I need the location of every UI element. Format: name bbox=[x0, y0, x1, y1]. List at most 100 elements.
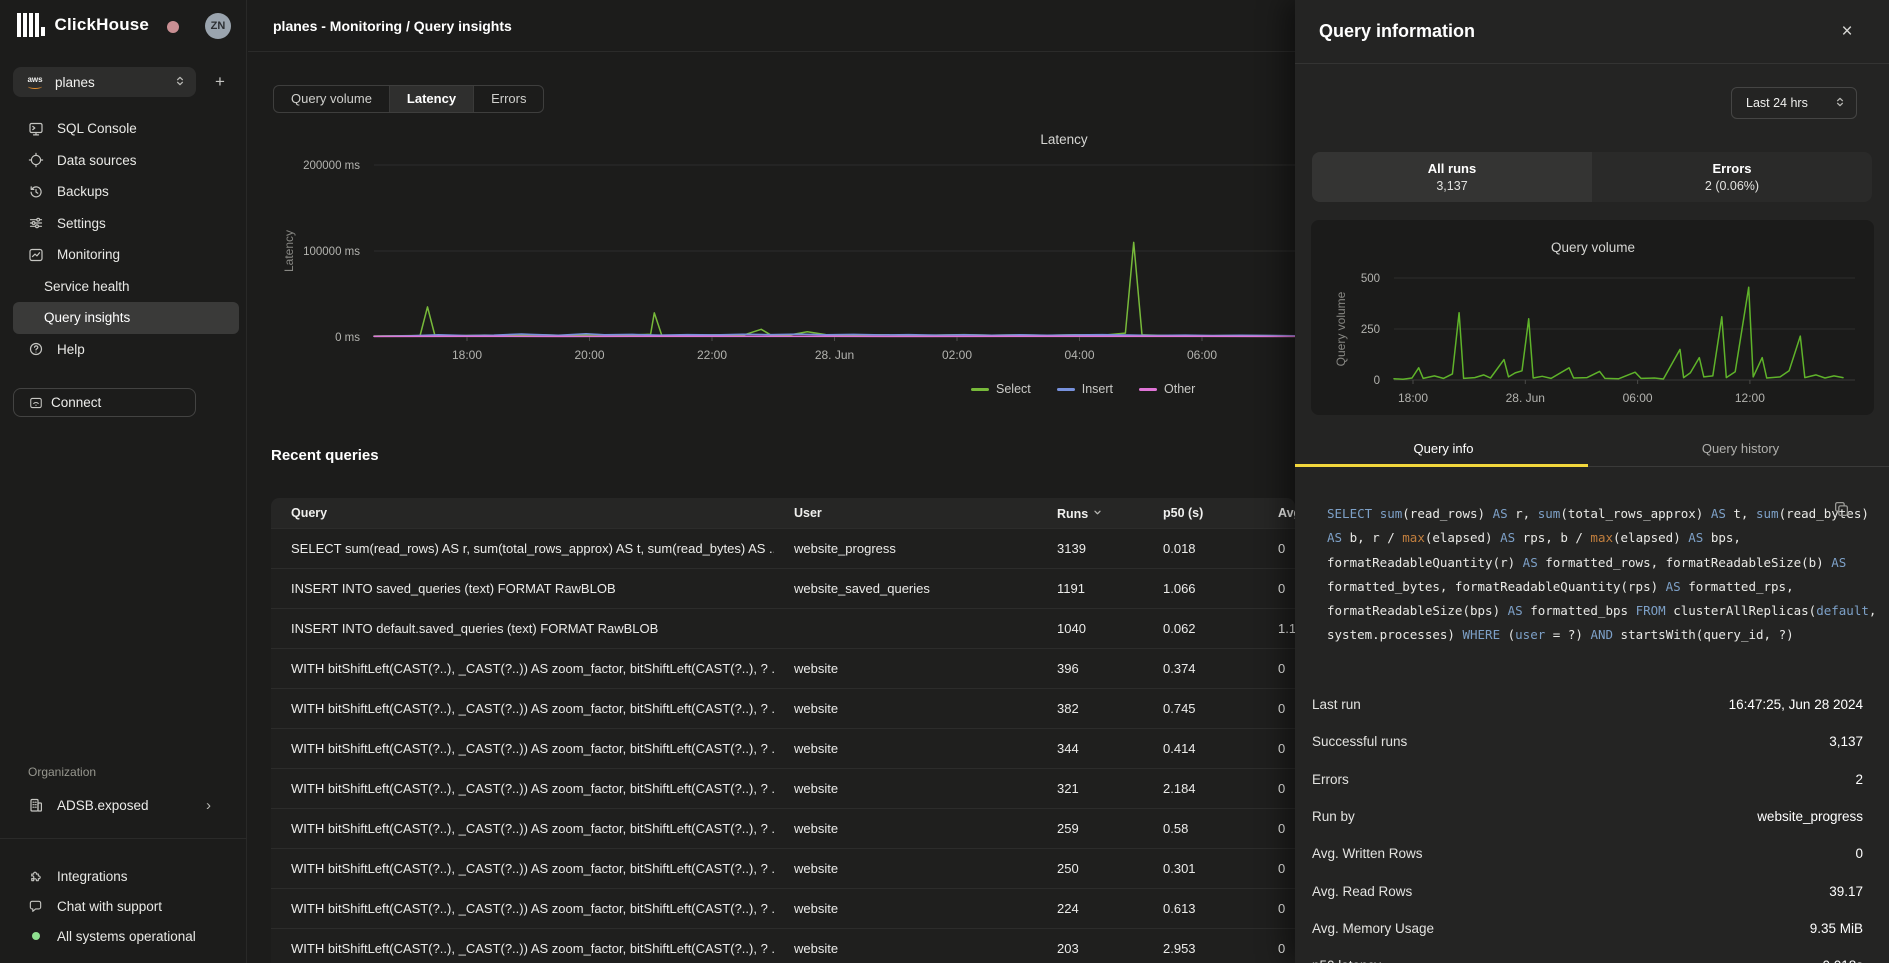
column-header-avg[interactable]: Avg. bbox=[1258, 506, 1295, 520]
stat-row-p50-latency: p50 latency 0.018s bbox=[1295, 947, 1889, 963]
sidebar-item-chat-with-support[interactable]: Chat with support bbox=[13, 891, 239, 921]
stat-row-successful-runs: Successful runs 3,137 bbox=[1295, 723, 1889, 760]
clickhouse-logo[interactable]: ClickHouse bbox=[17, 13, 149, 37]
table-row[interactable]: WITH bitShiftLeft(CAST(?..), _CAST(?..))… bbox=[271, 888, 1295, 928]
legend-item-other[interactable]: Other bbox=[1139, 382, 1195, 396]
connect-button[interactable]: Connect bbox=[13, 388, 196, 417]
cell-runs: 382 bbox=[1037, 701, 1143, 716]
clickhouse-logo-icon bbox=[17, 13, 45, 37]
sidebar-item-query-insights[interactable]: Query insights bbox=[13, 302, 239, 334]
cell-runs: 1040 bbox=[1037, 621, 1143, 636]
legend-item-insert[interactable]: Insert bbox=[1057, 382, 1113, 396]
sidebar-item-help[interactable]: Help bbox=[13, 334, 239, 366]
table-row[interactable]: INSERT INTO saved_queries (text) FORMAT … bbox=[271, 568, 1295, 608]
svg-text:Query volume: Query volume bbox=[1334, 291, 1348, 366]
cell-runs: 396 bbox=[1037, 661, 1143, 676]
tab-query-history[interactable]: Query history bbox=[1592, 434, 1889, 467]
stat-value: 9.35 MiB bbox=[1810, 921, 1863, 936]
sidebar-item-service-health[interactable]: Service health bbox=[13, 271, 239, 303]
sidebar-item-sql-console[interactable]: SQL Console bbox=[13, 113, 239, 145]
svg-text:06:00: 06:00 bbox=[1623, 391, 1653, 405]
sidebar-item-all-systems-operational[interactable]: All systems operational bbox=[13, 921, 239, 951]
cell-p50: 0.745 bbox=[1143, 701, 1258, 716]
sql-line: formatReadableSize(bps) AS formatted_bps… bbox=[1327, 599, 1832, 623]
service-selector[interactable]: aws planes bbox=[13, 67, 196, 97]
table-row[interactable]: WITH bitShiftLeft(CAST(?..), _CAST(?..))… bbox=[271, 768, 1295, 808]
svg-text:Query volume: Query volume bbox=[1551, 240, 1635, 255]
cell-avg: 0 bbox=[1258, 741, 1295, 756]
tab-query-volume[interactable]: Query volume bbox=[274, 86, 390, 112]
tab-latency[interactable]: Latency bbox=[390, 86, 474, 112]
cell-avg: 1.15 bbox=[1258, 621, 1295, 636]
svg-text:18:00: 18:00 bbox=[1398, 391, 1428, 405]
sql-line: AS b, r / max(elapsed) AS rps, b / max(e… bbox=[1327, 526, 1832, 550]
table-row[interactable]: WITH bitShiftLeft(CAST(?..), _CAST(?..))… bbox=[271, 848, 1295, 888]
cell-p50: 1.066 bbox=[1143, 581, 1258, 596]
summary-tab-value: 2 (0.06%) bbox=[1705, 179, 1759, 193]
sidebar-item-label: Service health bbox=[44, 279, 130, 294]
time-range-select[interactable]: Last 24 hrs bbox=[1731, 87, 1857, 119]
avatar[interactable]: ZN bbox=[205, 13, 231, 39]
cell-runs: 224 bbox=[1037, 901, 1143, 916]
column-header-p50-s[interactable]: p50 (s) bbox=[1143, 506, 1258, 520]
legend-item-select[interactable]: Select bbox=[971, 382, 1031, 396]
stat-value: 2 bbox=[1855, 772, 1863, 787]
close-icon[interactable]: × bbox=[1829, 14, 1865, 50]
sidebar-item-data-sources[interactable]: Data sources bbox=[13, 145, 239, 177]
chevron-updown-icon bbox=[1834, 96, 1846, 111]
sidebar-item-settings[interactable]: Settings bbox=[13, 208, 239, 240]
cell-avg: 0 bbox=[1258, 941, 1295, 956]
legend-label: Select bbox=[996, 382, 1031, 396]
chat-icon bbox=[28, 899, 43, 914]
sidebar-item-organization[interactable]: ADSB.exposed › bbox=[13, 791, 239, 819]
tab-errors[interactable]: Errors bbox=[474, 86, 543, 112]
tab-query-info[interactable]: Query info bbox=[1295, 434, 1592, 467]
add-service-button[interactable]: + bbox=[204, 67, 236, 97]
cell-p50: 0.613 bbox=[1143, 901, 1258, 916]
query-detail-tabs: Query infoQuery history bbox=[1295, 434, 1889, 467]
sidebar-item-backups[interactable]: Backups bbox=[13, 176, 239, 208]
table-row[interactable]: SELECT sum(read_rows) AS r, sum(total_ro… bbox=[271, 528, 1295, 568]
table-row[interactable]: WITH bitShiftLeft(CAST(?..), _CAST(?..))… bbox=[271, 928, 1295, 963]
copy-icon[interactable] bbox=[1833, 500, 1855, 522]
active-tab-underline bbox=[1295, 464, 1588, 467]
summary-tab-value: 3,137 bbox=[1436, 179, 1467, 193]
table-row[interactable]: WITH bitShiftLeft(CAST(?..), _CAST(?..))… bbox=[271, 648, 1295, 688]
breadcrumb: planes - Monitoring / Query insights bbox=[273, 0, 512, 52]
summary-tab-errors[interactable]: Errors 2 (0.06%) bbox=[1592, 152, 1872, 202]
column-header-runs[interactable]: Runs bbox=[1037, 506, 1143, 521]
summary-tab-all-runs[interactable]: All runs 3,137 bbox=[1312, 152, 1592, 202]
footer-item-label: Integrations bbox=[57, 869, 128, 884]
sql-line: SELECT sum(read_rows) AS r, sum(total_ro… bbox=[1327, 502, 1832, 526]
cell-query: WITH bitShiftLeft(CAST(?..), _CAST(?..))… bbox=[271, 941, 774, 956]
cell-query: WITH bitShiftLeft(CAST(?..), _CAST(?..))… bbox=[271, 901, 774, 916]
sidebar-item-label: Settings bbox=[57, 216, 106, 231]
cell-query: WITH bitShiftLeft(CAST(?..), _CAST(?..))… bbox=[271, 861, 774, 876]
cell-p50: 0.414 bbox=[1143, 741, 1258, 756]
cell-avg: 0 bbox=[1258, 861, 1295, 876]
cell-user: website_saved_queries bbox=[774, 581, 1037, 596]
legend-swatch bbox=[1057, 388, 1075, 391]
sidebar: ClickHouse ZN aws planes + SQL Console Da… bbox=[0, 0, 247, 963]
cell-query: WITH bitShiftLeft(CAST(?..), _CAST(?..))… bbox=[271, 661, 774, 676]
sidebar-item-monitoring[interactable]: Monitoring bbox=[13, 239, 239, 271]
table-row[interactable]: WITH bitShiftLeft(CAST(?..), _CAST(?..))… bbox=[271, 728, 1295, 768]
svg-text:Latency: Latency bbox=[1040, 132, 1088, 147]
organization-section-label: Organization bbox=[28, 765, 96, 779]
cell-p50: 0.062 bbox=[1143, 621, 1258, 636]
stat-label: p50 latency bbox=[1312, 958, 1381, 963]
table-row[interactable]: WITH bitShiftLeft(CAST(?..), _CAST(?..))… bbox=[271, 808, 1295, 848]
sidebar-item-label: SQL Console bbox=[57, 121, 137, 136]
svg-text:22:00: 22:00 bbox=[697, 348, 727, 362]
column-header-query[interactable]: Query bbox=[271, 506, 774, 520]
cell-runs: 1191 bbox=[1037, 581, 1143, 596]
table-row[interactable]: WITH bitShiftLeft(CAST(?..), _CAST(?..))… bbox=[271, 688, 1295, 728]
service-name: planes bbox=[55, 75, 95, 90]
stat-value: 0 bbox=[1855, 846, 1863, 861]
stat-row-avg-memory-usage: Avg. Memory Usage 9.35 MiB bbox=[1295, 910, 1889, 947]
stat-row-last-run: Last run 16:47:25, Jun 28 2024 bbox=[1295, 686, 1889, 723]
cell-p50: 0.018 bbox=[1143, 541, 1258, 556]
sidebar-item-integrations[interactable]: Integrations bbox=[13, 861, 239, 891]
table-row[interactable]: INSERT INTO default.saved_queries (text)… bbox=[271, 608, 1295, 648]
column-header-user[interactable]: User bbox=[774, 506, 1037, 520]
